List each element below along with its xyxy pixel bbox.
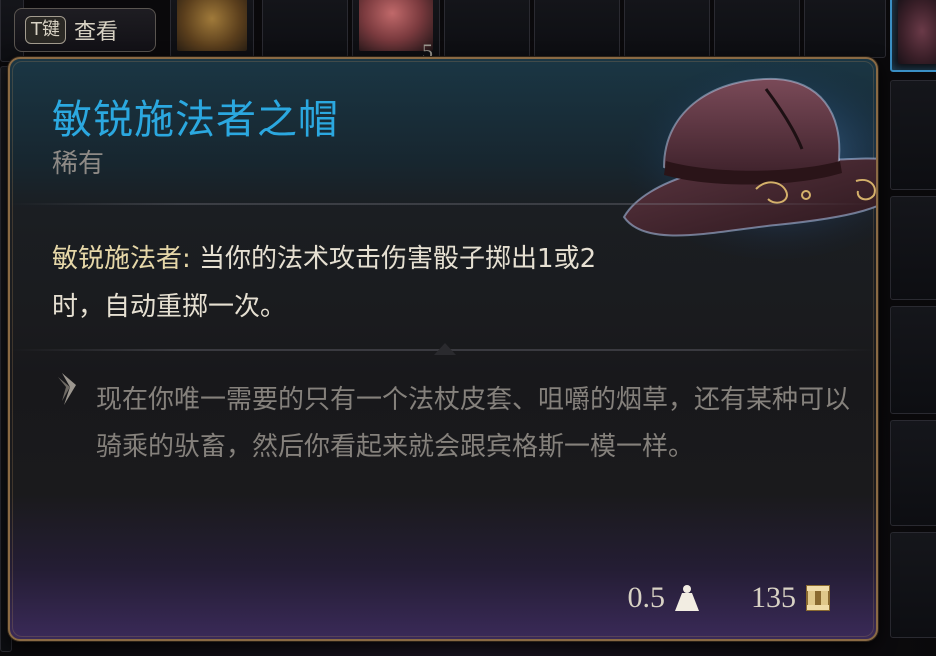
item-stats: 0.5 135 — [628, 581, 833, 615]
section-divider — [10, 203, 876, 205]
flavor-text: 现在你唯一需要的只有一个法杖皮套、咀嚼的烟草，还有某种可以骑乘的驮畜，然后你看起… — [96, 385, 851, 462]
inventory-slot[interactable] — [714, 0, 800, 58]
inventory-slot[interactable] — [262, 0, 348, 58]
gold-value: 135 — [751, 581, 796, 614]
hat-icon — [622, 59, 876, 259]
item-effect: 敏锐施法者: 当你的法术攻击伤害骰子掷出1或2时，自动重掷一次。 — [52, 235, 622, 331]
item-tooltip: 敏锐施法者之帽 稀有 敏锐施法者: 当你的法术攻击伤害骰子掷出1或2时，自动重掷… — [8, 57, 878, 641]
effect-name: 敏锐施法者: — [52, 244, 191, 274]
inspect-hint[interactable]: T键 查看 — [14, 8, 156, 52]
game-screen: 5 T键 查看 敏锐施法者之帽 稀有 敏锐施法者: 当你的法术攻击伤害骰子掷出1… — [0, 0, 936, 656]
inventory-slot[interactable] — [890, 196, 936, 300]
inventory-slot[interactable] — [624, 0, 710, 58]
item-name: 敏锐施法者之帽 — [52, 97, 339, 143]
weight-value: 0.5 — [627, 581, 666, 614]
footer-band: 0.5 135 — [10, 543, 876, 639]
inventory-slot[interactable] — [890, 532, 936, 638]
hat-item-icon — [898, 0, 936, 64]
gauntlet-item-icon — [177, 0, 247, 51]
inventory-slot[interactable] — [804, 0, 886, 58]
inventory-slot[interactable] — [444, 0, 530, 58]
inventory-slot[interactable] — [890, 420, 936, 526]
divider-notch-icon — [434, 343, 456, 355]
item-rarity: 稀有 — [52, 149, 105, 179]
gold-icon — [806, 585, 830, 611]
inspect-key-badge: T键 — [25, 16, 66, 44]
inventory-slot[interactable] — [170, 0, 254, 58]
inventory-slot[interactable] — [890, 80, 936, 190]
inventory-slot-selected[interactable] — [890, 0, 936, 72]
inventory-slot[interactable]: 5 — [352, 0, 440, 64]
inventory-slot[interactable] — [890, 306, 936, 414]
inspect-label: 查看 — [74, 20, 119, 45]
quote-icon — [58, 373, 76, 405]
inventory-slot[interactable] — [534, 0, 620, 58]
weight-icon — [675, 585, 699, 611]
